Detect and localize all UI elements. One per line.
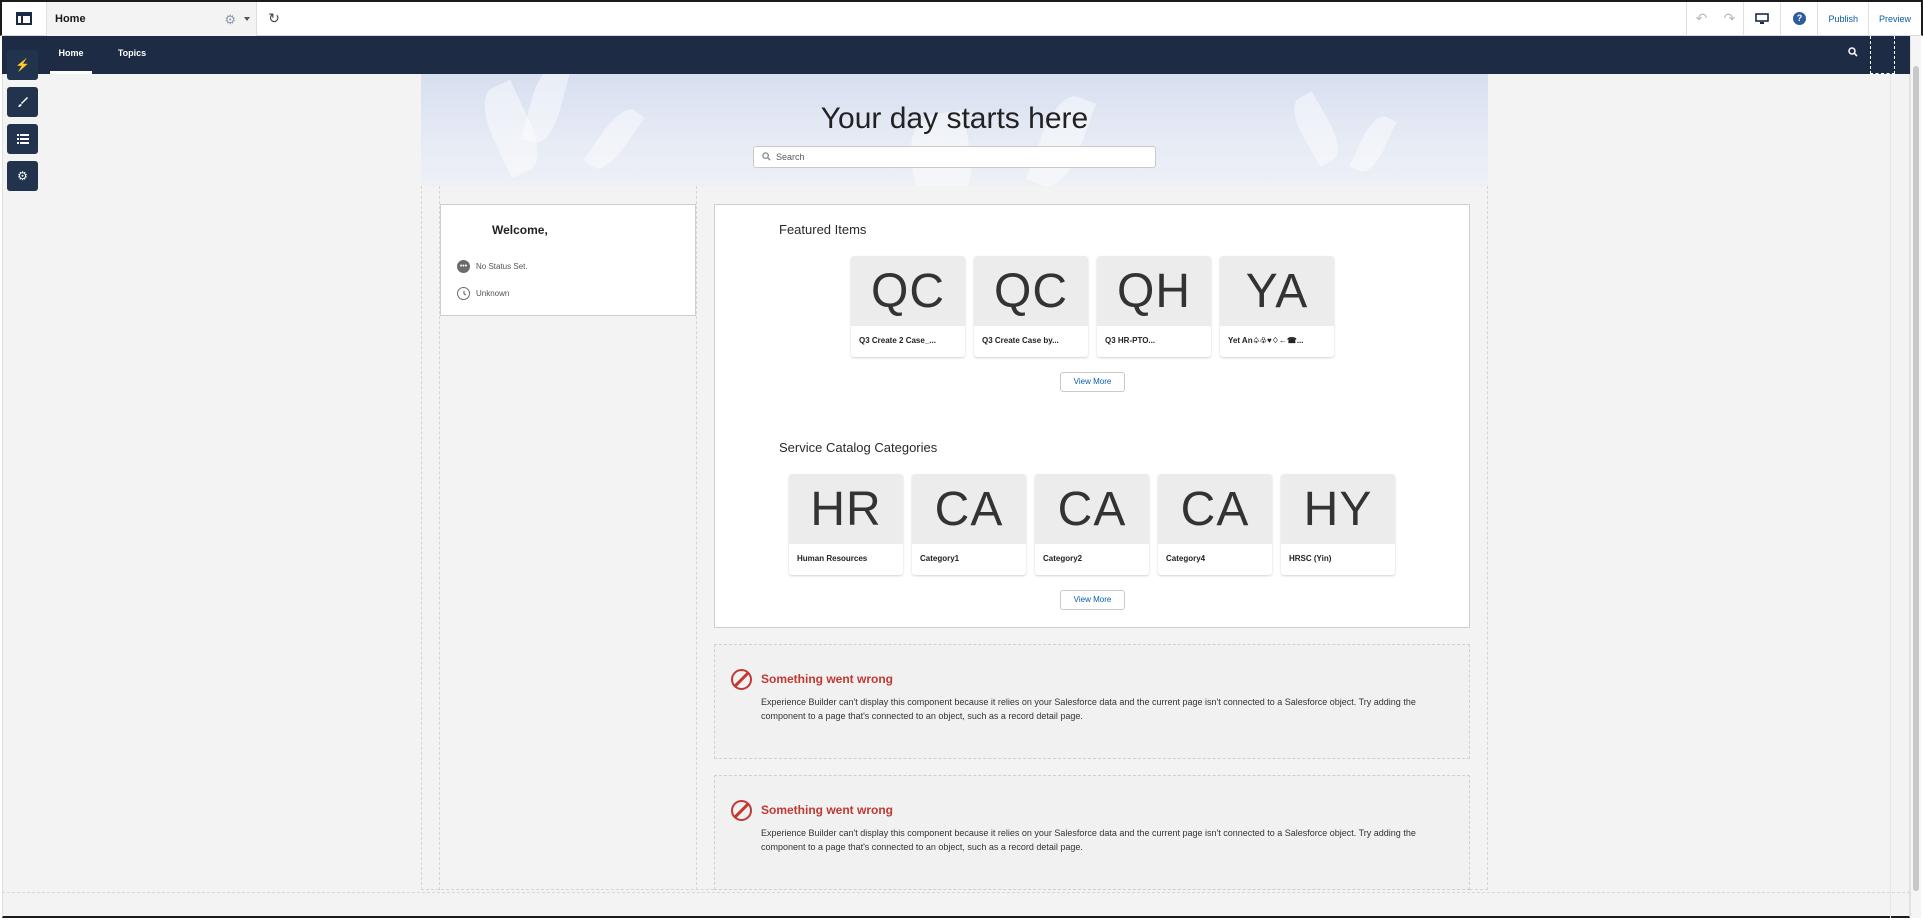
builder-menu-icon[interactable] — [2, 1, 47, 36]
nav-search-icon[interactable] — [1848, 47, 1858, 60]
hero-banner: Your day starts here — [421, 74, 1488, 186]
error-title: Something went wrong — [761, 803, 893, 817]
tile-label: Q3 Create Case by... — [982, 336, 1059, 345]
tile-label: Q3 HR-PTO... — [1105, 336, 1156, 345]
theme-brush-icon[interactable] — [7, 87, 38, 117]
tile-label: Category1 — [920, 554, 960, 563]
no-entry-icon — [731, 800, 752, 821]
catalog-category-tile[interactable]: CA Category4 — [1158, 474, 1272, 575]
timezone-row: Unknown — [457, 287, 509, 300]
tile-label: HRSC (Yin) — [1289, 554, 1332, 563]
refresh-icon[interactable]: ↻ — [257, 2, 291, 36]
chat-icon: ••• — [457, 260, 470, 273]
component-placeholder[interactable] — [1870, 36, 1895, 74]
error-title: Something went wrong — [761, 672, 893, 686]
tile-initials: QC — [974, 256, 1088, 326]
redo-icon[interactable]: ↷ — [1715, 2, 1743, 36]
status-text: No Status Set. — [476, 262, 528, 271]
hero-search-input[interactable] — [776, 152, 1136, 162]
no-entry-icon — [731, 669, 752, 690]
featured-item-tile[interactable]: QC Q3 Create 2 Case_... — [851, 256, 965, 357]
clock-icon — [457, 287, 470, 300]
error-message: Experience Builder can't display this co… — [761, 828, 1416, 852]
featured-item-tile[interactable]: QH Q3 HR-PTO... — [1097, 256, 1211, 357]
tile-initials: HR — [789, 474, 903, 544]
tile-label: Category2 — [1043, 554, 1083, 563]
tab-home[interactable]: Home — [50, 36, 92, 74]
error-component[interactable]: Something went wrong Experience Builder … — [714, 775, 1470, 890]
timezone-text: Unknown — [476, 289, 510, 298]
welcome-heading: Welcome, — [492, 223, 548, 237]
page-settings-gear-icon[interactable]: ⚙ — [224, 12, 236, 28]
tile-initials: QH — [1097, 256, 1211, 326]
welcome-card[interactable]: Welcome, ••• No Status Set. Unknown — [440, 204, 696, 316]
help-icon[interactable]: ? — [1781, 2, 1817, 36]
scrollbar-thumb[interactable] — [1913, 66, 1919, 891]
page-name: Home — [55, 12, 86, 25]
canvas-scrollbar[interactable] — [1910, 36, 1921, 918]
tile-label: Human Resources — [797, 554, 868, 563]
desktop-device-icon[interactable] — [1744, 2, 1780, 36]
catalog-category-tile[interactable]: CA Category1 — [912, 474, 1026, 575]
catalog-category-tile[interactable]: HY HRSC (Yin) — [1281, 474, 1395, 575]
hero-search-box[interactable] — [753, 146, 1156, 168]
preview-button[interactable]: Preview — [1869, 2, 1921, 36]
tile-initials: CA — [912, 474, 1026, 544]
status-row: ••• No Status Set. — [457, 260, 528, 273]
tile-initials: CA — [1158, 474, 1272, 544]
page-selector[interactable]: Home ⚙ — [47, 1, 257, 36]
catalog-category-tile[interactable]: CA Category2 — [1035, 474, 1149, 575]
error-component[interactable]: Something went wrong Experience Builder … — [714, 644, 1470, 759]
tile-initials: QC — [851, 256, 965, 326]
bottom-guide — [2, 892, 1910, 893]
publish-button[interactable]: Publish — [1818, 2, 1868, 36]
featured-panel: Featured Items QC Q3 Create 2 Case_... Q… — [714, 204, 1470, 628]
builder-toolbar: Home ⚙ ↻ ↶ ↷ ? Publish Preview — [0, 0, 1923, 36]
site-nav-bar: Home Topics — [48, 36, 1910, 74]
tile-initials: HY — [1281, 474, 1395, 544]
featured-title: Featured Items — [779, 222, 867, 237]
tab-topics[interactable]: Topics — [112, 36, 152, 74]
tile-label: Category4 — [1166, 554, 1206, 563]
hero-title: Your day starts here — [820, 102, 1089, 135]
column-guide — [696, 186, 697, 890]
chevron-down-icon[interactable] — [244, 16, 250, 21]
featured-item-tile[interactable]: YA Yet An♤♧♥♢←☎... — [1220, 256, 1334, 357]
undo-icon[interactable]: ↶ — [1687, 2, 1715, 36]
tile-label: Yet An♤♧♥♢←☎... — [1228, 336, 1304, 345]
catalog-title: Service Catalog Categories — [779, 440, 938, 455]
catalog-category-tile[interactable]: HR Human Resources — [789, 474, 903, 575]
tile-initials: YA — [1220, 256, 1334, 326]
catalog-view-more-button[interactable]: View More — [1060, 590, 1125, 610]
page-structure-list-icon[interactable] — [7, 124, 38, 154]
settings-gear-icon[interactable]: ⚙ — [7, 161, 38, 191]
tile-initials: CA — [1035, 474, 1149, 544]
featured-item-tile[interactable]: QC Q3 Create Case by... — [974, 256, 1088, 357]
search-icon — [762, 151, 771, 163]
components-lightning-icon[interactable]: ⚡ — [7, 50, 38, 80]
tool-rail: ⚡ ⚙ — [7, 50, 39, 198]
frame-edge — [1890, 36, 1891, 918]
featured-view-more-button[interactable]: View More — [1060, 372, 1125, 392]
tile-label: Q3 Create 2 Case_... — [859, 336, 936, 345]
error-message: Experience Builder can't display this co… — [761, 697, 1416, 721]
